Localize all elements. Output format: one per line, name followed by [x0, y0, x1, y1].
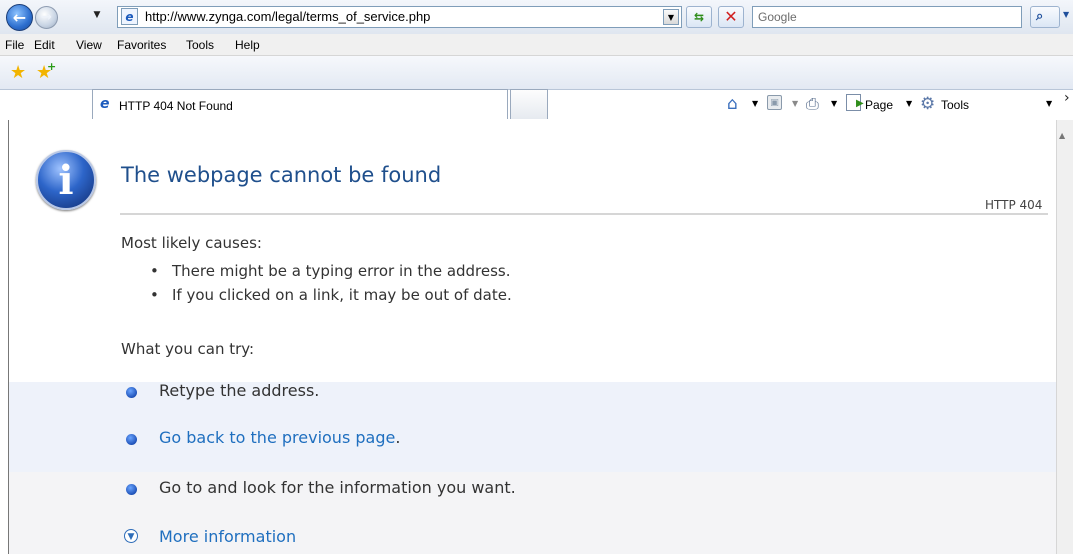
favorites-star-icon[interactable]: ★ — [10, 62, 26, 83]
vertical-scrollbar[interactable] — [1056, 120, 1073, 554]
title-divider — [120, 213, 1048, 215]
cause-item: • There might be a typing error in the ad… — [150, 262, 511, 280]
bullet-icon — [126, 434, 137, 445]
feeds-dropdown-icon[interactable]: ▼ — [792, 99, 798, 108]
search-icon[interactable]: ⌕ — [1036, 9, 1050, 24]
print-icon[interactable]: ⎙ — [806, 94, 819, 114]
try-heading: What you can try: — [121, 340, 255, 358]
menu-view[interactable]: View — [76, 38, 102, 52]
gear-icon[interactable]: ⚙ — [920, 94, 935, 114]
address-url-text[interactable]: http://www.zynga.com/legal/terms_of_serv… — [145, 9, 430, 24]
back-button[interactable]: ← — [6, 4, 33, 31]
bullet-icon — [126, 387, 137, 398]
refresh-button[interactable]: ⇆ — [686, 6, 712, 28]
menu-tools[interactable]: Tools — [186, 38, 214, 52]
address-dropdown-icon[interactable]: ▼ — [663, 9, 679, 25]
print-dropdown-icon[interactable]: ▼ — [831, 99, 837, 108]
ie-page-icon: e — [121, 8, 138, 25]
chevron-more-icon[interactable]: › — [1064, 90, 1070, 106]
page-arrow-icon: ▶ — [856, 98, 864, 109]
search-options-dropdown-icon[interactable]: ▼ — [1063, 10, 1073, 22]
tab-ie-icon: e — [100, 96, 110, 112]
page-menu-button[interactable]: Page — [865, 98, 893, 112]
scroll-up-icon[interactable]: ▲ — [1059, 131, 1065, 140]
feeds-icon[interactable]: ▣ — [767, 95, 782, 110]
menu-help[interactable]: Help — [235, 38, 260, 52]
history-dropdown-icon[interactable]: ▼ — [91, 10, 103, 22]
page-dropdown-icon[interactable]: ▼ — [906, 99, 912, 108]
menu-favorites[interactable]: Favorites — [117, 38, 166, 52]
favorites-bar — [0, 56, 1073, 90]
menu-edit[interactable]: Edit — [34, 38, 55, 52]
bullet-icon — [126, 484, 137, 495]
tools-dropdown-icon[interactable]: ▼ — [1046, 99, 1052, 108]
tools-menu-button[interactable]: Tools — [941, 98, 969, 112]
page-title: The webpage cannot be found — [121, 163, 442, 187]
go-to-site-text: Go to and look for the information you w… — [159, 478, 516, 497]
cause-item: • If you clicked on a link, it may be out… — [150, 286, 512, 304]
new-tab-button[interactable] — [510, 89, 548, 119]
search-placeholder[interactable]: Google — [758, 10, 797, 24]
tab-title[interactable]: HTTP 404 Not Found — [119, 99, 233, 113]
add-favorite-plus-icon: + — [47, 60, 57, 73]
stop-button[interactable]: ✕ — [718, 6, 744, 28]
go-back-item: Go back to the previous page. — [159, 428, 401, 447]
info-icon: i — [36, 150, 96, 210]
http-status-code: HTTP 404 — [985, 198, 1043, 212]
go-back-link[interactable]: Go back to the previous page — [159, 428, 395, 447]
forward-button[interactable]: → — [35, 6, 58, 29]
home-icon[interactable]: ⌂ — [727, 94, 738, 114]
retype-address-text: Retype the address. — [159, 381, 320, 400]
causes-heading: Most likely causes: — [121, 234, 262, 252]
chevron-down-icon[interactable]: ▼ — [124, 529, 138, 543]
menu-file[interactable]: File — [5, 38, 24, 52]
home-dropdown-icon[interactable]: ▼ — [752, 99, 758, 108]
more-information-link[interactable]: More information — [159, 527, 296, 546]
